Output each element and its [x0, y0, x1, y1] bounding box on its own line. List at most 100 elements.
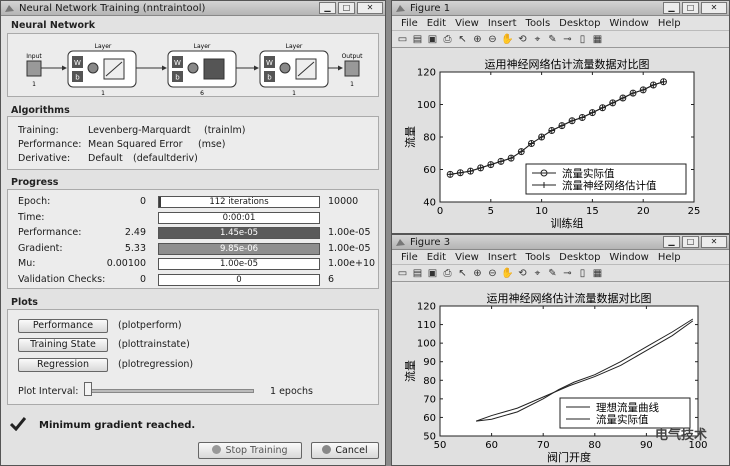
rotate-icon[interactable]: ⟲: [516, 33, 529, 46]
regression-plot-fn: (plotregression): [118, 359, 194, 370]
svg-text:W: W: [74, 59, 81, 67]
figure1-maximize-button[interactable]: □: [682, 2, 699, 14]
legend-icon[interactable]: ▦: [591, 267, 604, 280]
chart-figure1[interactable]: 运用神经网络估计流量数据对比图 0 5 10 15 20 25 40 60 80 100 120 训练组…: [392, 50, 729, 233]
open-icon[interactable]: ▤: [411, 267, 424, 280]
algo-label-training: Training:: [18, 125, 59, 136]
menu-edit[interactable]: Edit: [427, 18, 446, 29]
menu-file[interactable]: File: [401, 252, 418, 263]
progress-value-validationchecks: 0: [236, 274, 242, 285]
figure-icon: [396, 238, 405, 246]
datacursor-icon[interactable]: ⌖: [531, 267, 544, 280]
y-tick-label: 110: [417, 320, 436, 331]
menu-insert[interactable]: Insert: [488, 252, 517, 263]
figure1-minimize-button[interactable]: ▁: [663, 2, 680, 14]
svg-text:b: b: [75, 74, 80, 82]
progress-bar-time: 0:00:01: [158, 211, 320, 224]
nntraintool-titlebar[interactable]: Neural Network Training (nntraintool) ▁ …: [1, 1, 385, 16]
close-button[interactable]: ✕: [357, 2, 383, 14]
colorbar-icon[interactable]: ▯: [576, 267, 589, 280]
link-icon[interactable]: ⊸: [561, 33, 574, 46]
pan-icon[interactable]: ✋: [501, 33, 514, 46]
figure3-maximize-button[interactable]: □: [682, 236, 699, 248]
rotate-icon[interactable]: ⟲: [516, 267, 529, 280]
svg-text:1: 1: [350, 81, 354, 88]
pointer-icon[interactable]: ↖: [456, 33, 469, 46]
x-axis-label: 阀门开度: [547, 450, 591, 464]
menu-window[interactable]: Window: [609, 252, 648, 263]
matlab-icon: [5, 4, 14, 12]
brush-icon[interactable]: ✎: [546, 267, 559, 280]
figure1-titlebar[interactable]: Figure 1 ▁ □ ✕: [392, 1, 729, 16]
stop-training-button[interactable]: Stop Training: [198, 442, 302, 459]
menu-help[interactable]: Help: [658, 252, 681, 263]
new-figure-icon[interactable]: ▭: [396, 267, 409, 280]
figure-icon: [396, 4, 405, 12]
zoom-in-icon[interactable]: ⊕: [471, 33, 484, 46]
pointer-icon[interactable]: ↖: [456, 267, 469, 280]
new-figure-icon[interactable]: ▭: [396, 33, 409, 46]
menu-tools[interactable]: Tools: [526, 252, 551, 263]
figure3-minimize-button[interactable]: ▁: [663, 236, 680, 248]
stop-icon: [212, 445, 222, 454]
figure1-title: Figure 1: [410, 2, 451, 14]
link-icon[interactable]: ⊸: [561, 267, 574, 280]
zoom-out-icon[interactable]: ⊖: [486, 33, 499, 46]
colorbar-icon[interactable]: ▯: [576, 33, 589, 46]
zoom-in-icon[interactable]: ⊕: [471, 267, 484, 280]
y-tick-label: 70: [423, 394, 436, 405]
menu-tools[interactable]: Tools: [526, 18, 551, 29]
figure1-close-button[interactable]: ✕: [701, 2, 727, 14]
progress-min-epoch: 0: [139, 196, 146, 207]
legend-icon[interactable]: ▦: [591, 33, 604, 46]
algo-value-training: Levenberg-Marquardt: [88, 125, 191, 136]
datacursor-icon[interactable]: ⌖: [531, 33, 544, 46]
menu-help[interactable]: Help: [658, 18, 681, 29]
progress-min-performance: 2.49: [124, 227, 146, 238]
x-tick-label: 10: [535, 206, 548, 217]
cancel-button[interactable]: Cancel: [311, 442, 379, 459]
y-tick-label: 60: [423, 165, 436, 176]
menu-window[interactable]: Window: [609, 18, 648, 29]
performance-plot-button[interactable]: Performance: [18, 319, 108, 333]
x-tick-label: 70: [537, 440, 550, 451]
minimize-button[interactable]: ▁: [319, 2, 336, 14]
legend-entry: 流量实际值: [562, 167, 615, 180]
progress-value-epoch: 112 iterations: [209, 197, 269, 207]
menu-view[interactable]: View: [455, 18, 479, 29]
zoom-out-icon[interactable]: ⊖: [486, 267, 499, 280]
svg-text:1: 1: [32, 81, 36, 88]
plot-interval-label: Plot Interval:: [18, 386, 79, 397]
y-tick-label: 100: [417, 339, 436, 350]
progress-label-epoch: Epoch:: [18, 196, 51, 207]
open-icon[interactable]: ▤: [411, 33, 424, 46]
menu-desktop[interactable]: Desktop: [559, 18, 600, 29]
brush-icon[interactable]: ✎: [546, 33, 559, 46]
progress-label-gradient: Gradient:: [18, 242, 63, 254]
menu-view[interactable]: View: [455, 252, 479, 263]
figure3-titlebar[interactable]: Figure 3 ▁ □ ✕: [392, 235, 729, 250]
menu-file[interactable]: File: [401, 18, 418, 29]
menu-desktop[interactable]: Desktop: [559, 252, 600, 263]
x-tick-label: 25: [688, 206, 701, 217]
menu-insert[interactable]: Insert: [488, 18, 517, 29]
y-tick-label: 50: [423, 432, 436, 443]
y-axis-label: 流量: [403, 360, 417, 382]
save-icon[interactable]: ▣: [426, 33, 439, 46]
figure3-close-button[interactable]: ✕: [701, 236, 727, 248]
output-block: [344, 60, 360, 77]
maximize-button[interactable]: □: [338, 2, 355, 14]
regression-plot-button[interactable]: Regression: [18, 358, 108, 372]
pan-icon[interactable]: ✋: [501, 267, 514, 280]
plot-interval-slider[interactable]: [84, 389, 254, 393]
training-state-plot-button[interactable]: Training State: [18, 338, 108, 352]
x-tick-label: 60: [485, 440, 498, 451]
plot-interval-slider-thumb[interactable]: [84, 382, 92, 396]
print-icon[interactable]: ⎙: [441, 33, 454, 46]
progress-bar-gradient: 9.85e-06: [158, 242, 320, 255]
save-icon[interactable]: ▣: [426, 267, 439, 280]
cancel-icon: [322, 445, 332, 454]
checkmark-icon: [10, 417, 26, 431]
menu-edit[interactable]: Edit: [427, 252, 446, 263]
print-icon[interactable]: ⎙: [441, 267, 454, 280]
